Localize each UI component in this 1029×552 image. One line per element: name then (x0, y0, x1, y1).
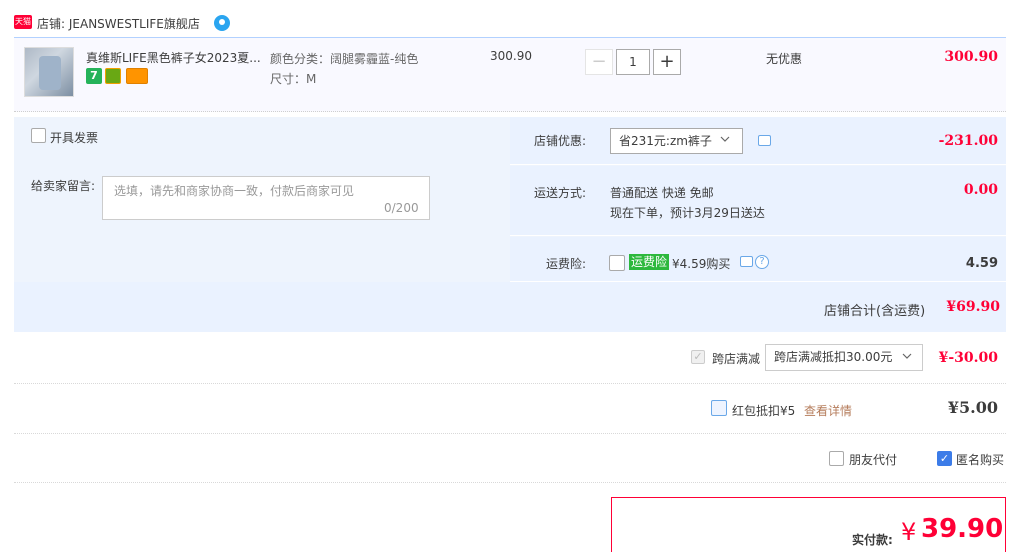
shipping-insurance-checkbox[interactable] (609, 255, 625, 271)
shipping-insurance-value: 4.59 (965, 256, 998, 271)
cross-shop-discount-value: ¥-30.00 (938, 350, 998, 366)
seller-message-label: 给卖家留言: (31, 179, 96, 193)
item-promotion: 无优惠 (766, 52, 803, 66)
red-packet-value: ¥5.00 (947, 398, 998, 417)
shop-name[interactable]: 店铺: JEANSWESTLIFE旗舰店 (37, 15, 200, 32)
tmall-badge-icon: 天猫 (14, 15, 32, 29)
quality-guarantee-icon (105, 68, 121, 84)
quantity-increase-button[interactable]: + (653, 49, 681, 75)
comment-icon[interactable] (740, 256, 753, 267)
comment-icon[interactable] (758, 135, 771, 146)
cross-shop-discount-checkbox[interactable]: ✓ (691, 350, 705, 364)
shipping-label: 运送方式: (534, 186, 587, 200)
seven-day-return-icon: 7 (86, 68, 102, 84)
seller-message-placeholder: 选填，请先和商家协商一致，付款后商家可见 (114, 184, 355, 198)
divider (14, 383, 1006, 384)
card-payment-icon (126, 68, 148, 84)
quantity-input[interactable]: 1 (616, 49, 650, 75)
delivery-estimate: 现在下单，预计3月29日送达 (610, 206, 765, 220)
quantity-decrease-button[interactable]: − (585, 49, 613, 75)
divider (14, 433, 1006, 434)
message-char-count: 0/200 (384, 201, 419, 215)
cross-shop-discount-label: 跨店满减 (712, 352, 761, 366)
anonymous-purchase-label[interactable]: 匿名购买 (956, 451, 1004, 468)
chevron-down-icon[interactable] (902, 351, 912, 361)
unit-price: 300.90 (490, 49, 532, 63)
sku-color: 颜色分类：阔腿雾霾蓝-纯色 (270, 52, 419, 66)
shipping-fee: 0.00 (963, 182, 998, 198)
shipping-insurance-label: 运费险: (546, 257, 587, 271)
shop-coupon-value: -231.00 (938, 133, 998, 149)
shipping-method: 普通配送 快递 免邮 (610, 186, 714, 200)
chevron-down-icon[interactable] (720, 134, 730, 144)
help-icon[interactable]: ? (755, 255, 769, 269)
friend-pay-checkbox[interactable] (829, 451, 844, 466)
sku-size: 尺寸：M (270, 72, 317, 86)
item-subtotal: 300.90 (944, 49, 998, 65)
anonymous-purchase-checkbox[interactable]: ✓ (937, 451, 952, 466)
invoice-checkbox[interactable] (31, 128, 46, 143)
divider (14, 482, 1006, 483)
wangwang-chat-icon[interactable] (214, 15, 230, 31)
shop-total-value: ¥69.90 (946, 299, 1000, 315)
shipping-insurance-badge: 运费险 (629, 254, 670, 270)
red-packet-checkbox[interactable] (711, 400, 727, 416)
red-packet-label: 红包抵扣¥5 (732, 404, 796, 418)
product-thumbnail[interactable] (24, 47, 74, 97)
shipping-insurance-price: ¥4.59购买 (672, 257, 731, 271)
invoice-label[interactable]: 开具发票 (50, 129, 98, 146)
red-packet-details-link[interactable]: 查看详情 (804, 402, 852, 419)
shop-coupon-label: 店铺优惠: (534, 134, 587, 148)
shipping-row (510, 166, 1006, 236)
product-title[interactable]: 真维斯LIFE黑色裤子女2023夏... (86, 49, 264, 66)
friend-pay-label[interactable]: 朋友代付 (849, 451, 897, 468)
amount-payable-value: 39.90 (921, 514, 1004, 544)
shop-total-label: 店铺合计(含运费) (824, 304, 926, 319)
cross-shop-discount-select[interactable]: 跨店满减抵扣30.00元 (765, 344, 923, 371)
currency-symbol: ¥ (901, 518, 917, 546)
amount-payable-label: 实付款: (852, 533, 893, 547)
